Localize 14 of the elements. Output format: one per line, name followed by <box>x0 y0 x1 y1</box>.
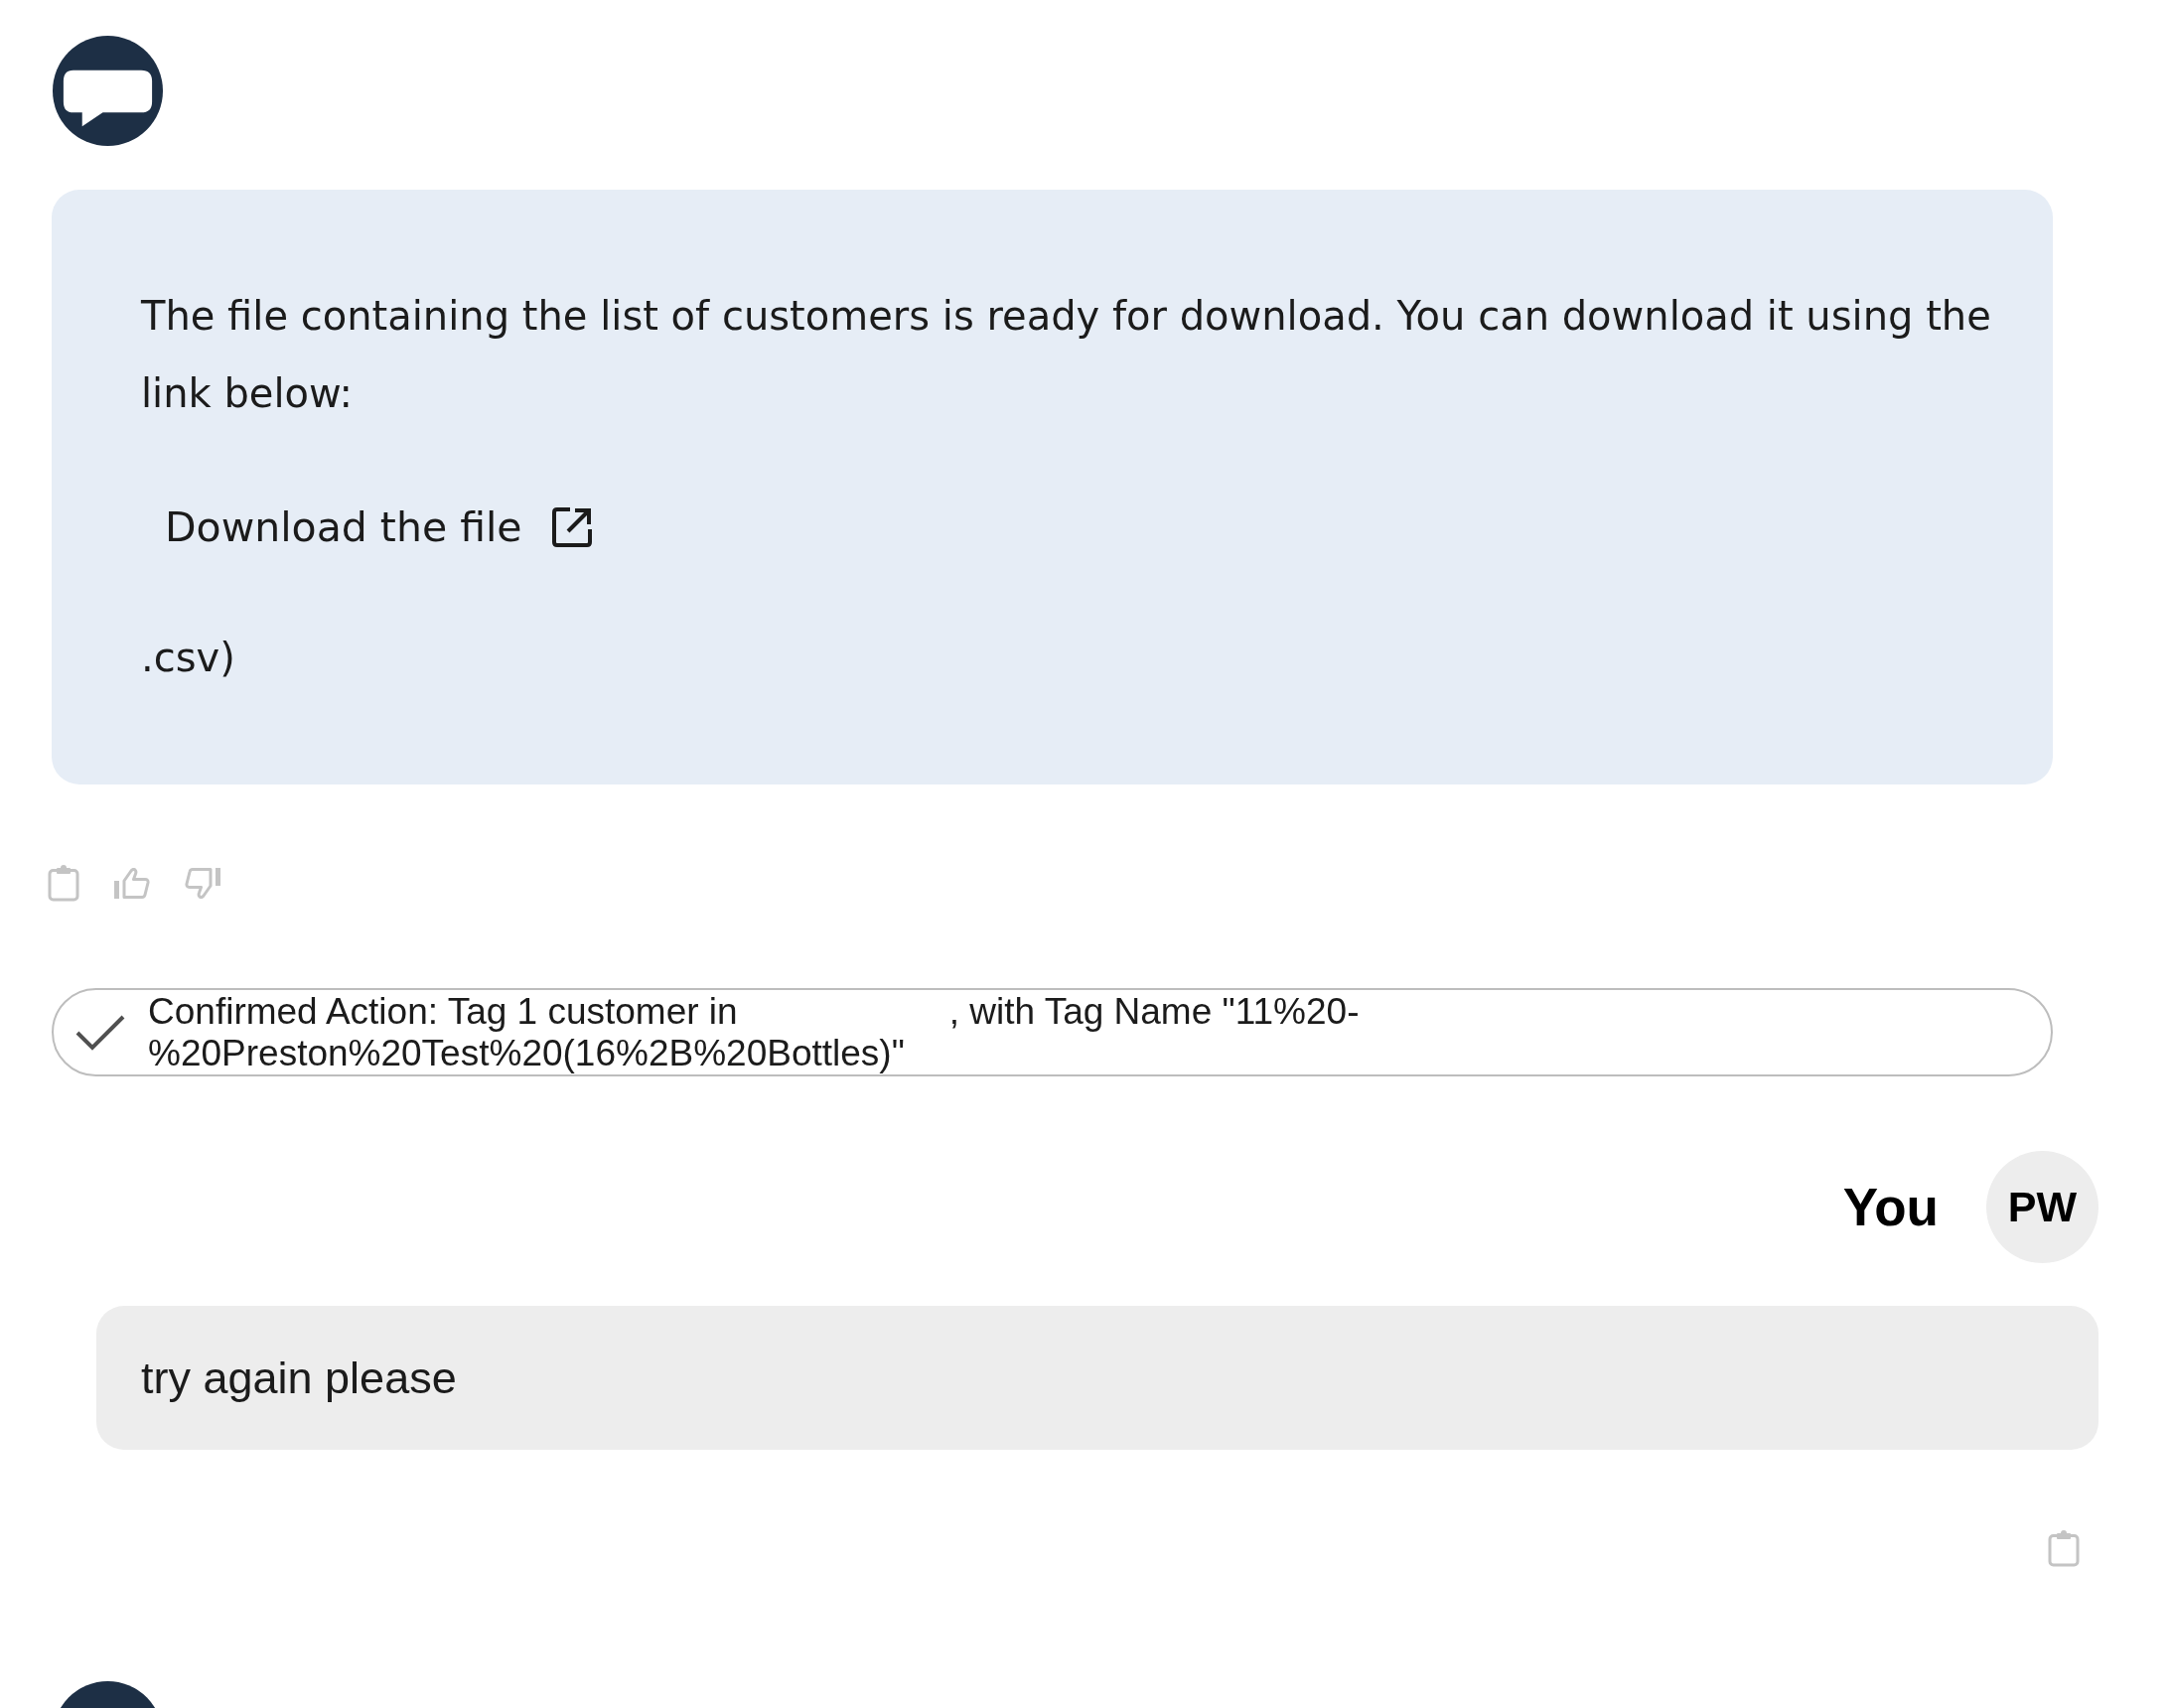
confirmation-text: Confirmed Action: Tag 1 customer in , with Tag Name "11%20-%20Preston%20Test%20(16%2B%20Bottles)" <box>148 990 1361 1074</box>
check-icon <box>75 1014 125 1051</box>
message-text: try again please <box>141 1351 457 1405</box>
thumbs-down-icon[interactable] <box>185 868 220 899</box>
external-link-icon <box>549 505 594 549</box>
message-text: .csv) <box>141 634 236 682</box>
thumbs-up-icon[interactable] <box>114 868 150 899</box>
clipboard-icon[interactable] <box>2048 1530 2080 1567</box>
user-avatar: PW <box>1986 1151 2099 1263</box>
clipboard-icon[interactable] <box>48 865 79 902</box>
chat-logo-icon <box>53 36 163 146</box>
sender-name: You <box>1842 1176 1939 1238</box>
download-link[interactable]: Download the file <box>165 498 594 557</box>
message-text: The file containing the list of customers is ready for download. You can download it using the link below: <box>141 292 1992 418</box>
